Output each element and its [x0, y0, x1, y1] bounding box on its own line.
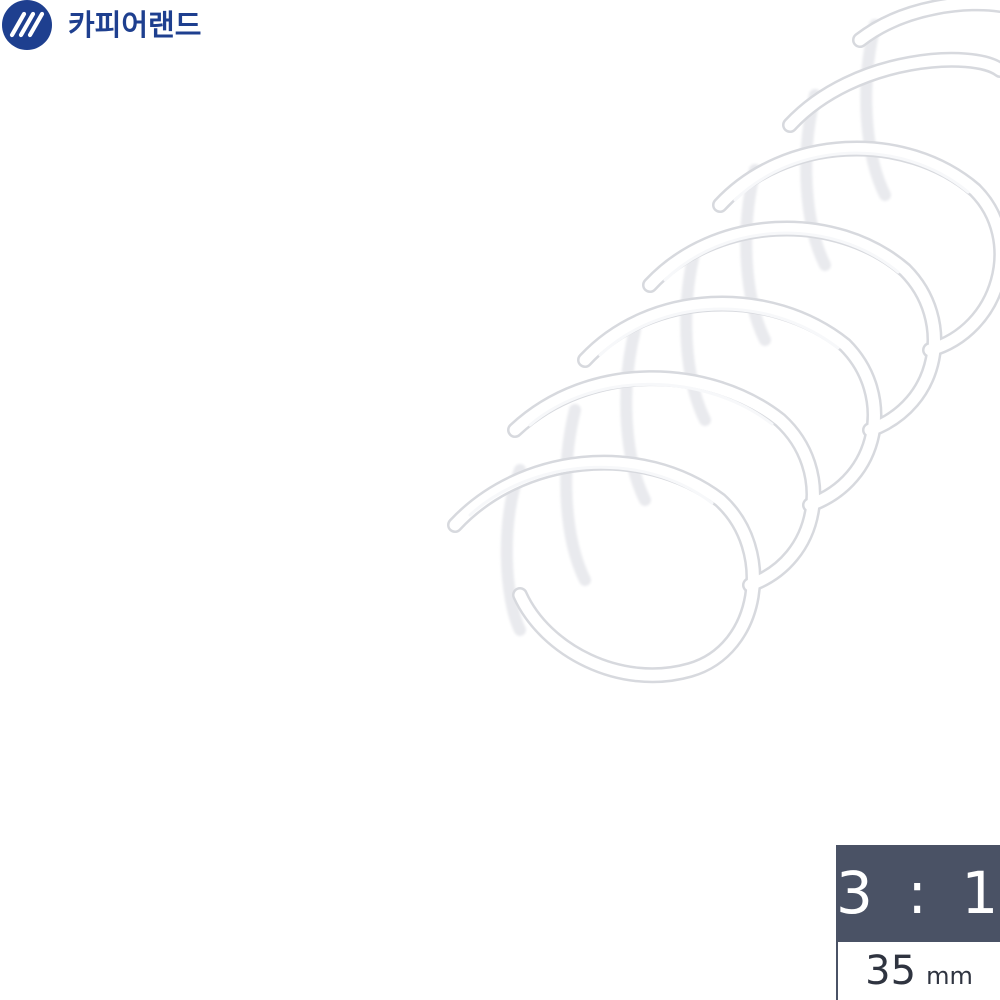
coil-size-label: 35 mm [836, 942, 1000, 1000]
coil-size-value: 35 [865, 948, 917, 994]
coil-loop-shadows [447, 0, 1000, 684]
coil-size-unit: mm [926, 962, 973, 990]
coil-loops [449, 0, 1000, 681]
pitch-ratio-label: 3 : 1 [836, 845, 1000, 942]
spec-badge: 3 : 1 35 mm [836, 845, 1000, 1000]
product-photo: 카피어랜드 3: 1 35 mm [0, 0, 1000, 1000]
